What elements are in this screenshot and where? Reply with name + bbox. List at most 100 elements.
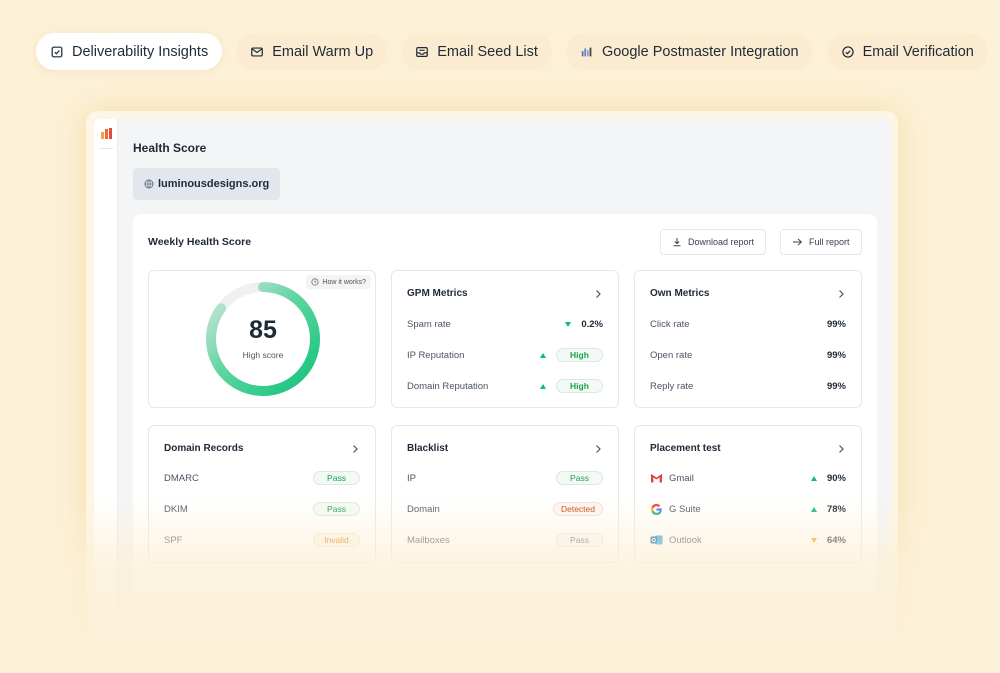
sidebar-rail	[94, 119, 118, 641]
check-circle-icon	[841, 45, 854, 58]
record-row-dmarc: DMARC Pass	[164, 470, 360, 486]
card-title: Placement test	[650, 443, 721, 454]
tab-deliverability-insights[interactable]: Deliverability Insights	[36, 33, 223, 70]
download-report-label: Download report	[688, 237, 755, 247]
status-badge: Pass	[556, 533, 603, 547]
page-title: Health Score	[133, 141, 207, 155]
status-badge: Pass	[313, 502, 360, 516]
tab-label: Google Postmaster Integration	[601, 43, 799, 60]
health-score-label: High score	[242, 350, 284, 360]
trend-up-icon	[540, 383, 546, 389]
globe-icon	[144, 179, 154, 189]
metric-row-open-rate: Open rate 99%	[650, 347, 846, 363]
metric-label: Click rate	[650, 318, 690, 330]
tab-email-warm-up[interactable]: Email Warm Up	[236, 33, 388, 70]
placement-value: 90%	[826, 472, 846, 484]
trend-up-icon	[810, 506, 817, 512]
app-window: Health Score luminousdesigns.org Weekly …	[94, 119, 890, 641]
card-title: GPM Metrics	[407, 288, 468, 299]
metric-label: Spam rate	[407, 318, 451, 330]
metric-label: Open rate	[650, 349, 693, 361]
tab-label: Email Seed List	[437, 43, 538, 60]
placement-test-card[interactable]: Placement test Gmail 90% G Suite 78% Out…	[634, 425, 862, 563]
card-title: Domain Records	[164, 443, 244, 454]
placement-row-outlook: Outlook 64%	[650, 532, 846, 548]
blacklist-row-ip: IP Pass	[407, 470, 603, 486]
app-frame: Health Score luminousdesigns.org Weekly …	[86, 111, 898, 641]
provider-label: Gmail	[669, 472, 694, 484]
weekly-health-panel: Weekly Health Score Download report Full…	[133, 214, 877, 641]
placement-row-gsuite: G Suite 78%	[650, 501, 846, 517]
arrow-right-icon	[793, 238, 803, 246]
card-title: Blacklist	[407, 443, 449, 454]
metric-label: Domain Reputation	[407, 380, 489, 392]
metric-value: 99%	[826, 349, 846, 361]
placement-row-gmail: Gmail 90%	[650, 470, 846, 486]
card-title: Own Metrics	[650, 288, 710, 299]
domain-selector[interactable]: luminousdesigns.org	[133, 168, 281, 200]
provider-label: G Suite	[669, 503, 701, 515]
status-badge: High	[556, 348, 603, 362]
health-score-value: 85	[249, 316, 277, 344]
outlook-icon	[650, 535, 663, 545]
chevron-right-icon[interactable]	[836, 289, 846, 299]
how-it-works-label: How it works?	[322, 278, 366, 286]
panel-title: Weekly Health Score	[148, 236, 252, 248]
chevron-right-icon[interactable]	[593, 444, 603, 454]
domain-records-card[interactable]: Domain Records DMARC Pass DKIM Pass SPF …	[148, 425, 376, 563]
record-row-dkim: DKIM Pass	[164, 501, 360, 517]
tab-label: Email Warm Up	[272, 43, 374, 60]
metric-label: IP Reputation	[407, 349, 465, 361]
gmail-icon	[650, 474, 663, 483]
blacklist-label: Mailboxes	[407, 534, 450, 546]
metric-row-reply-rate: Reply rate 99%	[650, 378, 846, 394]
status-badge: Detected	[552, 502, 603, 516]
blacklist-row-domain: Domain Detected	[407, 501, 603, 517]
full-report-label: Full report	[809, 237, 850, 247]
gpm-metrics-card[interactable]: GPM Metrics Spam rate 0.2% IP Reputation…	[391, 270, 619, 408]
tab-google-postmaster[interactable]: Google Postmaster Integration	[565, 33, 813, 70]
record-label: DMARC	[164, 472, 199, 484]
tab-email-verification[interactable]: Email Verification	[826, 33, 988, 70]
chevron-right-icon[interactable]	[836, 444, 846, 454]
trend-down-icon	[810, 537, 817, 543]
blacklist-card[interactable]: Blacklist IP Pass Domain Detected Mailbo…	[391, 425, 619, 563]
provider-label: Outlook	[669, 534, 702, 546]
inbox-icon	[416, 46, 429, 57]
status-badge: High	[556, 379, 603, 393]
metric-value: 99%	[826, 380, 846, 392]
trend-down-icon	[565, 321, 572, 327]
mail-icon	[251, 46, 264, 57]
blacklist-label: Domain	[407, 503, 440, 515]
download-icon	[673, 238, 681, 247]
own-metrics-card[interactable]: Own Metrics Click rate 99% Open rate 99%…	[634, 270, 862, 408]
tab-label: Deliverability Insights	[72, 43, 209, 60]
app-logo-icon[interactable]	[101, 128, 112, 139]
download-report-button[interactable]: Download report	[660, 229, 767, 255]
feature-tabs: Deliverability Insights Email Warm Up Em…	[36, 33, 988, 70]
metric-label: Reply rate	[650, 380, 694, 392]
blacklist-label: IP	[407, 472, 416, 484]
status-badge: Invalid	[313, 533, 360, 547]
placement-value: 78%	[826, 503, 846, 515]
full-report-button[interactable]: Full report	[780, 229, 862, 255]
status-badge: Pass	[313, 471, 360, 485]
trend-up-icon	[810, 475, 817, 481]
chevron-right-icon[interactable]	[593, 289, 603, 299]
rail-divider	[99, 148, 113, 149]
metric-row-spam-rate: Spam rate 0.2%	[407, 316, 603, 332]
google-icon	[650, 503, 662, 515]
postmaster-logo-icon	[581, 47, 592, 56]
record-row-spf: SPF Invalid	[164, 532, 360, 548]
domain-name: luminousdesigns.org	[158, 178, 270, 190]
metric-row-domain-reputation: Domain Reputation High	[407, 378, 603, 394]
tab-email-seed-list[interactable]: Email Seed List	[401, 33, 552, 70]
placement-value: 64%	[826, 534, 846, 546]
metric-row-click-rate: Click rate 99%	[650, 316, 846, 332]
blacklist-row-mailboxes: Mailboxes Pass	[407, 532, 603, 548]
chevron-right-icon[interactable]	[350, 444, 360, 454]
checkbox-icon	[51, 46, 63, 57]
trend-up-icon	[540, 352, 546, 358]
metric-row-ip-reputation: IP Reputation High	[407, 347, 603, 363]
score-card: How it works? 85 High score	[148, 270, 376, 408]
